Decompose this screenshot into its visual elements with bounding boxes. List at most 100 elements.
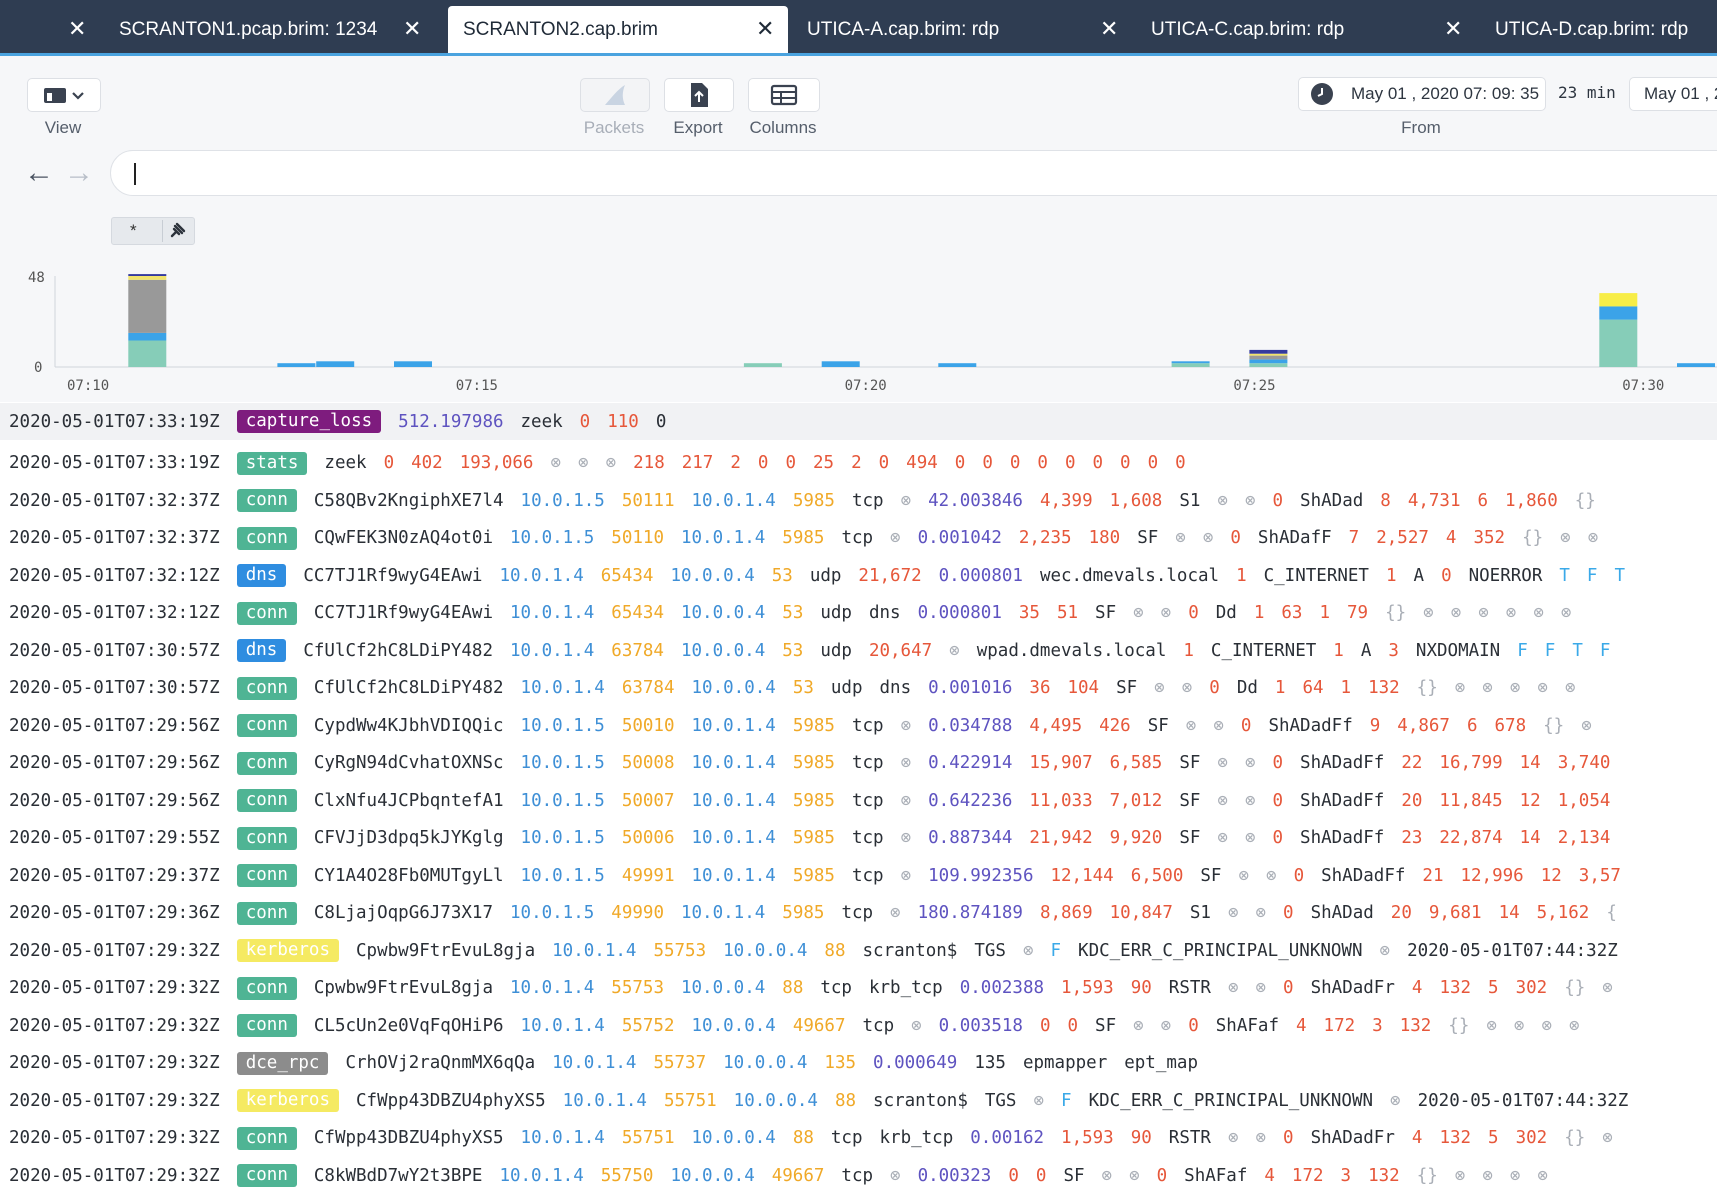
field-value[interactable]: 9,920 [1110, 828, 1163, 848]
path-badge[interactable]: conn [236, 751, 297, 775]
null-value-icon[interactable]: ⊗ [1390, 1091, 1401, 1111]
field-value[interactable]: 10.0.1.4 [510, 978, 594, 998]
field-value[interactable]: 55753 [611, 978, 664, 998]
field-value[interactable]: 10.0.1.4 [692, 753, 776, 773]
null-value-icon[interactable]: ⊗ [1217, 753, 1228, 773]
field-value[interactable]: 10.0.0.4 [692, 678, 776, 698]
field-value[interactable]: 0 [1241, 716, 1252, 736]
field-value[interactable]: 8,869 [1040, 903, 1093, 923]
field-value[interactable]: 25 [813, 453, 834, 473]
null-value-icon[interactable]: ⊗ [1228, 903, 1239, 923]
null-value-icon[interactable]: ⊗ [901, 716, 912, 736]
null-value-icon[interactable]: ⊗ [1533, 603, 1544, 623]
histogram-bar-segment[interactable] [1599, 293, 1638, 307]
field-value[interactable]: 172 [1324, 1016, 1356, 1036]
field-value[interactable]: 217 [682, 453, 714, 473]
field-value[interactable]: SF [1095, 603, 1116, 623]
null-value-icon[interactable]: ⊗ [1478, 603, 1489, 623]
null-value-icon[interactable]: ⊗ [1102, 1166, 1113, 1186]
field-value[interactable]: F [1050, 941, 1061, 961]
null-value-icon[interactable]: ⊗ [1455, 1166, 1466, 1186]
close-icon[interactable]: ✕ [403, 18, 421, 40]
field-value[interactable]: krb_tcp [869, 978, 943, 998]
histogram-bar-segment[interactable] [821, 361, 860, 367]
null-value-icon[interactable]: ⊗ [606, 453, 617, 473]
tab-utica-d[interactable]: UTICA-D.cap.brim: rdp [1478, 6, 1717, 56]
field-value[interactable]: 135 [974, 1053, 1006, 1073]
null-value-icon[interactable]: ⊗ [1380, 941, 1391, 961]
path-badge[interactable]: kerberos [236, 939, 340, 962]
to-time-picker[interactable]: May 01 , 2020 [1629, 77, 1717, 111]
path-badge[interactable]: conn [236, 901, 297, 925]
field-value[interactable]: 65434 [611, 603, 664, 623]
field-value[interactable]: 10.0.0.4 [681, 978, 765, 998]
null-value-icon[interactable]: ⊗ [1228, 1128, 1239, 1148]
field-value[interactable]: 0 [785, 453, 796, 473]
field-value[interactable]: 10.0.1.5 [521, 866, 605, 886]
field-value[interactable]: 10.0.1.5 [521, 753, 605, 773]
field-value[interactable]: 23 [1401, 828, 1422, 848]
search-input[interactable] [110, 150, 1717, 196]
field-value[interactable]: 0.034788 [928, 716, 1012, 736]
field-value[interactable]: 3 [1372, 1016, 1383, 1036]
log-row[interactable]: 2020-05-01T07:32:12Z dns CC7TJ1Rf9wyG4EAwi… [0, 557, 1717, 594]
field-value[interactable]: 10,847 [1110, 903, 1173, 923]
log-row[interactable]: 2020-05-01T07:29:32Z conn CfWpp43DBZU4phyX… [0, 1120, 1717, 1157]
field-value[interactable]: 352 [1473, 528, 1505, 548]
null-value-icon[interactable]: ⊗ [1256, 978, 1267, 998]
log-row[interactable]: 2020-05-01T07:33:19Z stats zeek 0 402 193,066… [0, 445, 1717, 482]
field-value[interactable]: ClxNfu4JCPbqntefA1 [314, 791, 504, 811]
tab-utica-a[interactable]: UTICA-A.cap.brim: rdp ✕ [790, 6, 1130, 56]
field-value[interactable]: 0 [1065, 453, 1076, 473]
field-value[interactable]: SF [1179, 753, 1200, 773]
field-value[interactable]: NXDOMAIN [1416, 641, 1500, 661]
null-value-icon[interactable]: ⊗ [901, 491, 912, 511]
null-value-icon[interactable]: ⊗ [1217, 791, 1228, 811]
field-value[interactable]: 90 [1131, 978, 1152, 998]
field-value[interactable]: 0 [955, 453, 966, 473]
field-value[interactable]: epmapper [1023, 1053, 1107, 1073]
field-value[interactable]: 63 [1281, 603, 1302, 623]
null-value-icon[interactable]: ⊗ [1510, 678, 1521, 698]
field-value[interactable]: 104 [1067, 678, 1099, 698]
field-value[interactable]: 4 [1296, 1016, 1307, 1036]
histogram-bar-segment[interactable] [1677, 363, 1715, 367]
field-value[interactable]: 0 [1283, 1128, 1294, 1148]
field-value[interactable]: 110 [607, 412, 639, 432]
field-value[interactable]: 4,399 [1040, 491, 1093, 511]
field-value[interactable]: 1,054 [1558, 791, 1611, 811]
field-value[interactable]: 10.0.1.4 [499, 566, 583, 586]
histogram-bar-segment[interactable] [128, 332, 167, 341]
field-value[interactable]: 20,647 [869, 641, 932, 661]
export-button[interactable] [664, 78, 734, 112]
histogram-bar-segment[interactable] [1249, 349, 1288, 354]
field-value[interactable]: 0.887344 [928, 828, 1012, 848]
field-value[interactable]: ShADadFf [1321, 866, 1405, 886]
null-value-icon[interactable]: ⊗ [901, 791, 912, 811]
field-value[interactable]: 0 [1283, 978, 1294, 998]
field-value[interactable]: 5,162 [1537, 903, 1590, 923]
null-value-icon[interactable]: ⊗ [1133, 603, 1144, 623]
null-value-icon[interactable]: ⊗ [890, 903, 901, 923]
field-value[interactable]: SF [1095, 1016, 1116, 1036]
field-value[interactable]: CfUlCf2hC8LDiPY482 [314, 678, 504, 698]
field-value[interactable]: ept_map [1124, 1053, 1198, 1073]
field-value[interactable]: {} [1385, 603, 1406, 623]
field-value[interactable]: CC7TJ1Rf9wyG4EAwi [314, 603, 493, 623]
field-value[interactable]: 109.992356 [928, 866, 1033, 886]
path-badge[interactable]: conn [236, 714, 297, 737]
histogram-bar-segment[interactable] [938, 363, 977, 367]
null-value-icon[interactable]: ⊗ [1182, 678, 1193, 698]
field-value[interactable]: 88 [835, 1091, 856, 1111]
field-value[interactable]: 135 [824, 1053, 856, 1073]
path-badge[interactable]: dns [236, 564, 287, 587]
null-value-icon[interactable]: ⊗ [901, 753, 912, 773]
field-value[interactable]: SF [1116, 678, 1137, 698]
null-value-icon[interactable]: ⊗ [1175, 528, 1186, 548]
field-value[interactable]: ShADad [1300, 491, 1363, 511]
null-value-icon[interactable]: ⊗ [1133, 1016, 1144, 1036]
null-value-icon[interactable]: ⊗ [1588, 528, 1599, 548]
field-value[interactable]: F [1517, 641, 1528, 661]
null-value-icon[interactable]: ⊗ [1203, 528, 1214, 548]
path-badge[interactable]: dns [236, 639, 287, 662]
